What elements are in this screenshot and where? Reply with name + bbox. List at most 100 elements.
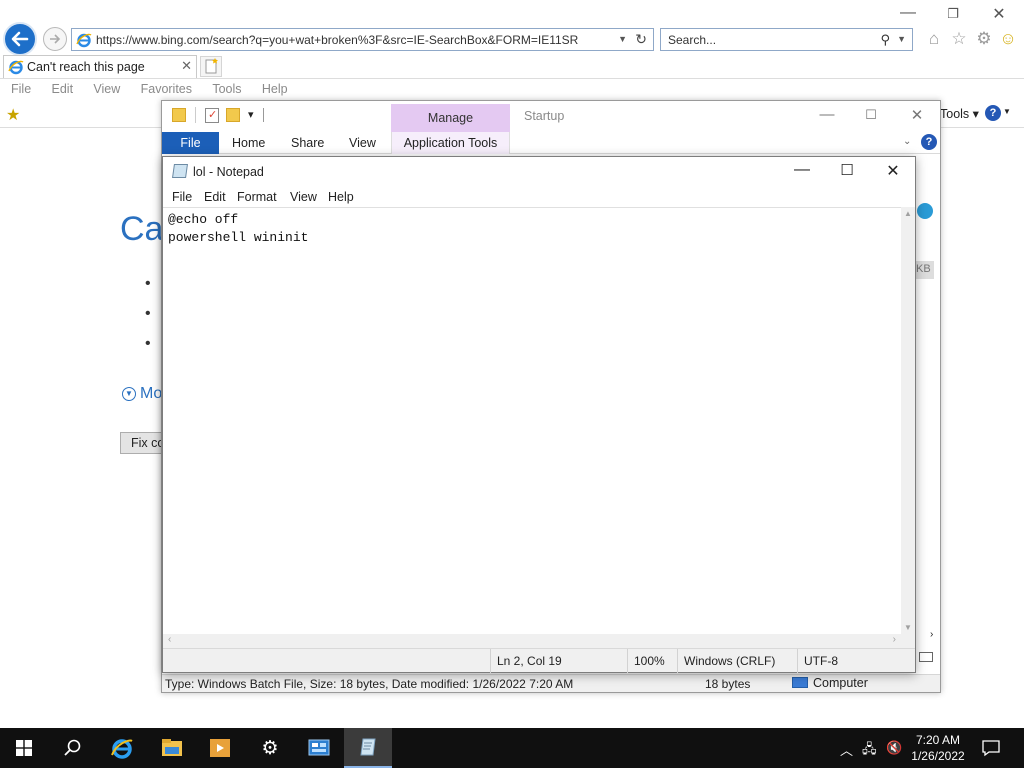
notepad-menu-file[interactable]: File	[172, 190, 192, 204]
window-title: Startup	[524, 109, 565, 123]
line-ending: Windows (CRLF)	[677, 649, 797, 673]
notepad-menu-format[interactable]: Format	[237, 190, 277, 204]
ie-menu-bar: File Edit View Favorites Tools Help	[0, 78, 1024, 100]
manage-label: Manage	[427, 111, 474, 125]
ie-tab[interactable]: Can't reach this page ✕	[3, 55, 197, 78]
volume-muted-icon[interactable]: 🔇	[886, 740, 902, 756]
notepad-maximize-button[interactable]: ☐	[824, 161, 870, 179]
explorer-close-button[interactable]: ✕	[902, 106, 932, 124]
ie-menu-tools[interactable]: Tools	[212, 82, 241, 96]
taskbar-settings[interactable]: ⚙	[246, 728, 294, 768]
network-icon[interactable]: 🖧	[862, 740, 877, 762]
taskbar-notepad[interactable]	[344, 728, 392, 768]
refresh-icon[interactable]: ↻	[635, 31, 647, 48]
ie-menu-favorites[interactable]: Favorites	[141, 82, 192, 96]
notepad-text-area[interactable]: @echo off powershell wininit	[163, 207, 901, 634]
ie-menu-view[interactable]: View	[93, 82, 120, 96]
ie-page-icon	[76, 33, 92, 48]
file-info-text: Type: Windows Batch File, Size: 18 bytes…	[165, 677, 574, 691]
taskbar-internet-explorer[interactable]	[98, 728, 146, 768]
tab-close-icon[interactable]: ✕	[181, 58, 192, 74]
start-button[interactable]	[0, 728, 48, 768]
expand-chevron-icon: ▼	[122, 386, 136, 401]
search-box[interactable]: Search... ⚲ ▼	[660, 28, 913, 51]
ribbon-tab-home[interactable]: Home	[232, 136, 265, 150]
forward-button[interactable]	[43, 27, 67, 51]
media-player-icon	[210, 739, 230, 757]
notepad-menu-help[interactable]: Help	[328, 190, 354, 204]
file-explorer-icon	[162, 739, 182, 756]
more-info-label: Mo	[140, 385, 163, 402]
search-icon	[64, 739, 81, 756]
ribbon-tab-file[interactable]: File	[162, 132, 219, 154]
notepad-status-bar: Ln 2, Col 19 100% Windows (CRLF) UTF-8	[163, 648, 915, 673]
ie-menu-help[interactable]: Help	[262, 82, 288, 96]
favorites-star-icon[interactable]: ☆	[950, 30, 968, 48]
ie-help-icon[interactable]: ?	[985, 105, 1001, 121]
add-favorites-icon[interactable]: ★	[6, 105, 20, 125]
file-size-text: 18 bytes	[705, 677, 751, 691]
taskbar-file-explorer[interactable]	[148, 728, 196, 768]
address-dropdown-icon[interactable]: ▼	[618, 34, 627, 44]
error-bullet: •	[145, 305, 151, 322]
more-info-link[interactable]: ▼ Mo	[122, 385, 162, 403]
scroll-down-icon[interactable]: ▼	[904, 623, 912, 632]
explorer-maximize-button[interactable]: ☐	[856, 107, 886, 123]
horizontal-scrollbar[interactable]: ‹ ›	[163, 634, 901, 648]
back-button[interactable]	[3, 22, 37, 56]
control-panel-icon	[308, 739, 330, 756]
tools-label: Tools	[940, 107, 970, 121]
system-clock[interactable]: 7:20 AM 1/26/2022	[905, 732, 971, 764]
divider	[195, 107, 196, 123]
ribbon-expand-icon[interactable]: ⌄	[903, 136, 911, 147]
error-title: Ca	[120, 210, 164, 248]
new-tab-button[interactable]	[200, 56, 222, 77]
scroll-right-icon[interactable]: ›	[930, 629, 933, 640]
notepad-close-button[interactable]: ✕	[870, 161, 916, 181]
scroll-right-icon[interactable]: ›	[893, 634, 896, 645]
show-hidden-icons-chevron-icon[interactable]: ︿	[840, 740, 853, 759]
tools-menu-button[interactable]: Tools ▾	[940, 106, 979, 121]
ie-minimize-button[interactable]: —	[893, 4, 923, 22]
new-folder-icon[interactable]	[226, 108, 240, 122]
taskbar-search-button[interactable]	[48, 728, 96, 768]
notepad-menu-edit[interactable]: Edit	[204, 190, 226, 204]
clock-date: 1/26/2022	[911, 749, 965, 763]
ie-help-dropdown-icon[interactable]: ▼	[1003, 107, 1011, 116]
ie-menu-edit[interactable]: Edit	[52, 82, 74, 96]
notepad-title: lol - Notepad	[193, 165, 264, 179]
tools-gear-icon[interactable]: ⚙	[975, 30, 993, 48]
search-placeholder: Search...	[668, 33, 717, 47]
search-dropdown-icon[interactable]: ▼	[897, 34, 906, 44]
search-icon[interactable]: ⚲	[880, 32, 890, 48]
ie-tab-icon	[8, 60, 24, 75]
notepad-minimize-button[interactable]: —	[779, 161, 825, 179]
scroll-up-icon[interactable]: ▲	[904, 209, 912, 218]
quick-access-dropdown-icon[interactable]: ▾	[248, 108, 254, 121]
notepad-icon	[360, 738, 376, 756]
address-bar[interactable]: https://www.bing.com/search?q=you+wat+br…	[71, 28, 654, 51]
explorer-help-icon[interactable]: ?	[921, 134, 937, 150]
details-view-icon[interactable]	[919, 652, 933, 662]
taskbar-control-panel[interactable]	[295, 728, 343, 768]
feedback-smiley-icon[interactable]: ☺	[999, 30, 1017, 48]
ie-restore-button[interactable]: ❐	[938, 6, 968, 22]
properties-icon[interactable]	[205, 108, 219, 123]
ribbon-tab-view[interactable]: View	[349, 136, 376, 150]
ribbon-tab-share[interactable]: Share	[291, 136, 324, 150]
ie-close-button[interactable]: ✕	[984, 4, 1014, 24]
action-center-icon[interactable]	[982, 739, 1000, 757]
divider	[263, 108, 264, 122]
ribbon-tab-application-tools[interactable]: Application Tools	[391, 132, 510, 154]
notepad-menu-view[interactable]: View	[290, 190, 317, 204]
scroll-left-icon[interactable]: ‹	[168, 634, 171, 645]
home-icon[interactable]: ⌂	[925, 30, 943, 48]
size-column-fragment: KB	[914, 261, 934, 279]
ie-menu-file[interactable]: File	[11, 82, 31, 96]
notepad-title-bar[interactable]: lol - Notepad — ☐ ✕	[163, 157, 915, 187]
explorer-minimize-button[interactable]: —	[812, 106, 842, 123]
taskbar-media-player[interactable]	[196, 728, 244, 768]
vertical-scrollbar[interactable]: ▲ ▼	[901, 207, 915, 634]
back-arrow-icon	[11, 31, 29, 47]
folder-icon	[172, 108, 186, 122]
